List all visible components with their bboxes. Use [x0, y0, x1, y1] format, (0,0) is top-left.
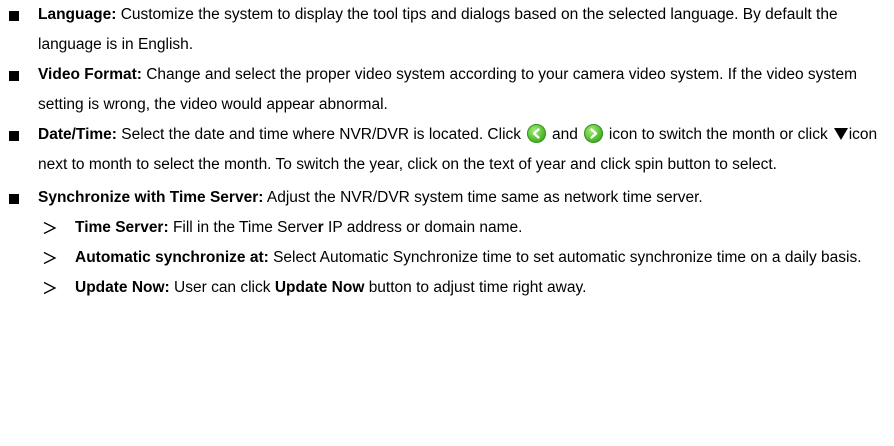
square-bullet-icon	[9, 11, 19, 21]
down-triangle-icon	[833, 128, 848, 140]
arrow-bullet-icon	[42, 273, 58, 303]
sub-item-time-server: Time Server: Fill in the Time Server IP …	[0, 213, 894, 243]
term-time-server: Time Server:	[75, 219, 169, 236]
square-bullet-icon	[9, 71, 19, 81]
desc-date-time-a: Select the date and time where NVR/DVR i…	[121, 126, 522, 143]
desc-video-format: Change and select the proper video syste…	[38, 66, 858, 113]
desc-date-time-d: to switch the month or click	[641, 126, 828, 143]
desc-update-now-bold: Update Now	[274, 279, 365, 296]
term-language: Language:	[38, 6, 117, 23]
desc-update-now-b: button to adjust time right away.	[368, 279, 587, 296]
list-item-date-time: Date/Time: Select the date and time wher…	[0, 120, 894, 180]
arrow-bullet-icon	[42, 213, 58, 243]
term-video-format: Video Format:	[38, 66, 142, 83]
sub-item-update-now: Update Now: User can click Update Now bu…	[0, 273, 894, 303]
desc-date-time-b: and	[552, 126, 578, 143]
list-item-synchronize: Synchronize with Time Server: Adjust the…	[0, 183, 894, 213]
desc-time-server-b: IP address or domain name.	[323, 219, 523, 236]
back-arrow-icon	[527, 124, 547, 143]
document-body: Language: Customize the system to displa…	[0, 0, 894, 303]
sub-item-automatic-sync: Automatic synchronize at: Select Automat…	[0, 243, 894, 273]
desc-date-time-c: icon	[608, 126, 638, 143]
desc-synchronize: Adjust the NVR/DVR system time same as n…	[266, 189, 703, 206]
forward-arrow-icon	[583, 124, 603, 143]
desc-time-server-a: Fill in the Time Serve	[172, 219, 318, 236]
term-date-time: Date/Time:	[38, 126, 117, 143]
desc-automatic-sync: Select Automatic Synchronize time to set…	[273, 249, 862, 266]
term-update-now: Update Now:	[75, 279, 170, 296]
arrow-bullet-icon	[42, 243, 58, 273]
term-automatic-sync: Automatic synchronize at:	[75, 249, 269, 266]
list-item-language: Language: Customize the system to displa…	[0, 0, 894, 60]
square-bullet-icon	[9, 131, 19, 141]
square-bullet-icon	[9, 194, 19, 204]
list-item-video-format: Video Format: Change and select the prop…	[0, 60, 894, 120]
term-synchronize: Synchronize with Time Server:	[38, 189, 264, 206]
desc-language: Customize the system to display the tool…	[38, 6, 838, 53]
desc-update-now-a: User can click	[174, 279, 271, 296]
